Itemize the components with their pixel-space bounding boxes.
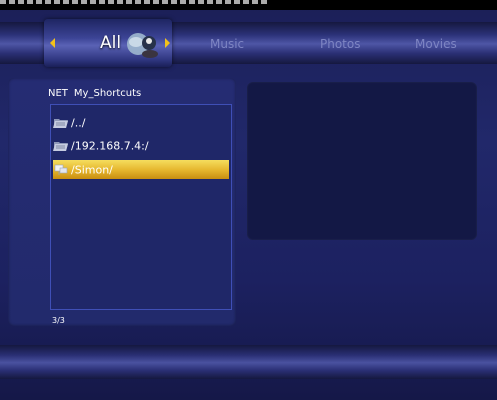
folder-icon: [53, 118, 68, 128]
preview-panel: [247, 82, 477, 240]
list-item[interactable]: /../: [53, 113, 229, 132]
list-item-label: /../: [71, 116, 86, 130]
tab-music[interactable]: Music: [210, 37, 244, 51]
folder-icon: [53, 141, 68, 151]
tab-photos[interactable]: Photos: [320, 37, 360, 51]
tab-all-label[interactable]: All: [100, 33, 121, 53]
media-player-screen: All Music Photos Movies NET My_Shortcuts …: [0, 0, 497, 400]
network-share-icon: [54, 164, 68, 175]
list-item-selected[interactable]: /Simon/: [53, 160, 229, 179]
globe-avatar-icon: [127, 33, 158, 58]
breadcrumb-net: NET: [48, 88, 68, 99]
bottom-bar: [0, 345, 497, 379]
file-list: /../ /192.168.7.4:/ /Simon/: [50, 104, 232, 310]
breadcrumb: NET My_Shortcuts: [48, 88, 141, 99]
list-item[interactable]: /192.168.7.4:/: [53, 136, 229, 155]
tab-movies[interactable]: Movies: [415, 37, 457, 51]
breadcrumb-shortcuts: My_Shortcuts: [73, 88, 142, 99]
list-item-label: /192.168.7.4:/: [71, 139, 149, 153]
arrow-right-icon[interactable]: [165, 38, 170, 48]
page-indicator: 3/3: [52, 316, 65, 325]
top-decorative-stripe: [0, 0, 270, 4]
arrow-left-icon[interactable]: [50, 38, 55, 48]
file-browser-panel: NET My_Shortcuts /../ /192.168.7.4:/ /Si…: [8, 78, 236, 326]
list-item-label: /Simon/: [71, 163, 113, 177]
